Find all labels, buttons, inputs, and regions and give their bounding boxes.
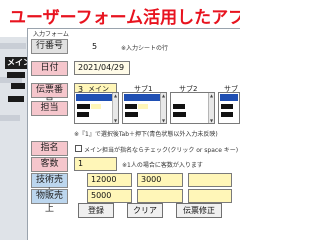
product-sales-label: 物販売上	[31, 189, 68, 214]
slip-edit-button[interactable]: 伝票修正	[176, 203, 222, 218]
background-block	[8, 96, 24, 102]
staff-main-scrollbar[interactable]: ▲ ▼	[112, 93, 118, 123]
row-number-value: 5	[92, 42, 98, 51]
nomination-label: 指名	[31, 141, 68, 156]
staff-sub2-list[interactable]: ▲ ▼	[170, 92, 215, 124]
list-item[interactable]	[77, 112, 89, 117]
selected-item[interactable]	[76, 94, 117, 101]
technical-sales-sub1-field[interactable]: 3000	[137, 173, 183, 187]
date-label: 日付	[31, 61, 68, 76]
background-block	[11, 83, 25, 89]
staff-sub3-list[interactable]	[218, 92, 240, 124]
row-number-note: ※入力シートの行	[121, 45, 169, 52]
staff-sub1-scrollbar[interactable]: ▲ ▼	[160, 93, 166, 123]
staff-main-list[interactable]: ▲ ▼	[74, 92, 119, 124]
list-item[interactable]	[138, 104, 148, 109]
scroll-down-icon[interactable]: ▼	[161, 118, 166, 123]
technical-sales-label: 技術売上	[31, 173, 68, 198]
row-number-label: 行番号	[31, 39, 68, 54]
scroll-down-icon[interactable]: ▼	[209, 118, 214, 123]
technical-sales-main-field[interactable]: 12000	[87, 173, 132, 187]
background-block	[7, 72, 25, 78]
list-item[interactable]	[91, 104, 101, 109]
list-item[interactable]	[125, 112, 138, 117]
product-sales-main-field[interactable]: 5000	[87, 189, 132, 203]
clear-button[interactable]: クリア	[127, 203, 163, 218]
customers-label: 客数	[31, 157, 68, 172]
list-item[interactable]	[125, 104, 137, 109]
customers-note: ※1人の場合に客数が入ります	[122, 162, 203, 169]
selected-item[interactable]	[124, 94, 165, 101]
scroll-up-icon[interactable]: ▲	[161, 93, 166, 98]
list-item[interactable]	[173, 112, 186, 117]
staff-sub2-scrollbar[interactable]: ▲ ▼	[208, 93, 214, 123]
customers-field[interactable]: 1	[74, 157, 117, 171]
selected-item[interactable]	[220, 94, 238, 101]
list-item[interactable]	[221, 112, 233, 117]
staff-note: ※『1』で選択後Tab＋押下(青色状態以外入力未反映)	[74, 131, 218, 138]
list-item[interactable]	[173, 104, 185, 109]
list-item[interactable]	[77, 104, 90, 109]
staff-sub1-list[interactable]: ▲ ▼	[122, 92, 167, 124]
scroll-down-icon[interactable]: ▼	[113, 118, 118, 123]
date-field[interactable]: 2021/04/29	[74, 61, 130, 75]
product-sales-sub2-field[interactable]	[188, 189, 232, 203]
nomination-checkbox-label: メイン担当が指名ならチェック(クリック or space キー)	[84, 147, 239, 154]
product-sales-sub1-field[interactable]	[137, 189, 183, 203]
list-item[interactable]	[172, 94, 213, 101]
technical-sales-sub2-field[interactable]	[188, 173, 232, 187]
scroll-up-icon[interactable]: ▲	[209, 93, 214, 98]
register-button[interactable]: 登録	[78, 203, 114, 218]
scroll-up-icon[interactable]: ▲	[113, 93, 118, 98]
nomination-checkbox[interactable]	[75, 145, 82, 152]
staff-label: 担当	[31, 101, 68, 116]
form-title: 入力フォーム	[33, 31, 69, 38]
slip-number-label: 伝票番号	[31, 83, 68, 108]
list-item[interactable]	[221, 104, 233, 109]
